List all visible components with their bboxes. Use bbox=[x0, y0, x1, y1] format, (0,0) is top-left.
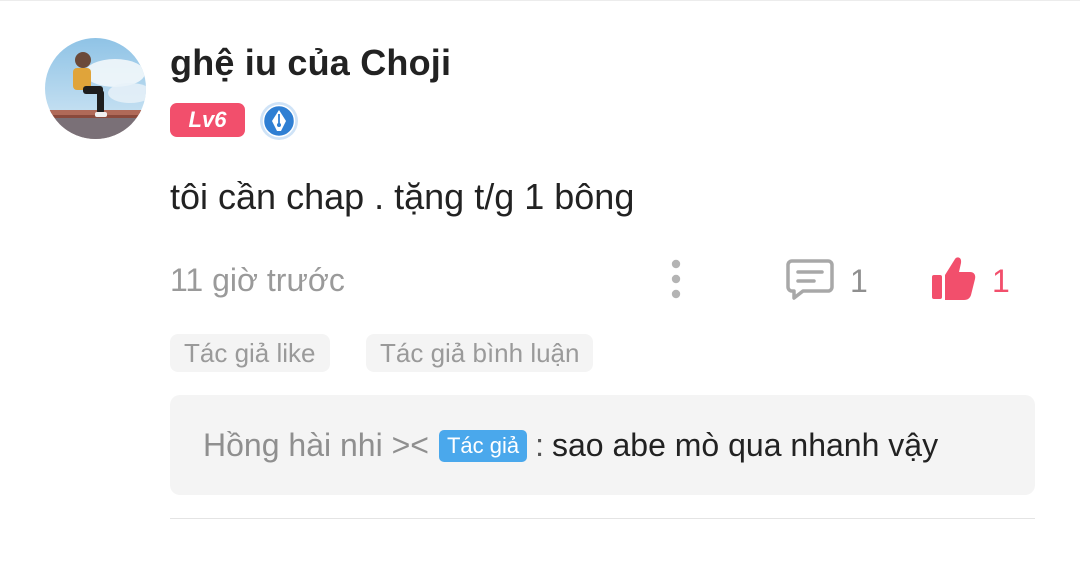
pen-nib-icon bbox=[259, 101, 299, 141]
user-avatar[interactable] bbox=[45, 38, 146, 139]
author-badge: Tác giả bbox=[438, 429, 528, 462]
username[interactable]: ghệ iu của Choji bbox=[170, 42, 451, 84]
more-vertical-icon bbox=[671, 259, 681, 299]
more-options-button[interactable] bbox=[660, 257, 692, 301]
thumbs-up-icon bbox=[932, 257, 976, 300]
comment-text: tôi cần chap . tặng t/g 1 bông bbox=[170, 176, 635, 217]
reply-button[interactable]: 1 bbox=[786, 255, 876, 303]
reply-text: sao abe mò qua nhanh vậy bbox=[552, 427, 939, 463]
like-button[interactable]: 1 bbox=[928, 253, 1020, 305]
author-replied-tag: Tác giả bình luận bbox=[366, 334, 594, 372]
comment-icon bbox=[786, 259, 834, 300]
reply-author-name[interactable]: Hồng hài nhi >< bbox=[203, 427, 429, 464]
like-count: 1 bbox=[992, 263, 1010, 299]
comment-divider bbox=[170, 518, 1035, 519]
level-badge: Lv6 bbox=[170, 103, 245, 137]
author-liked-tag: Tác giả like bbox=[170, 334, 330, 372]
top-divider bbox=[0, 0, 1080, 1]
comment-timestamp: 11 giờ trước bbox=[170, 262, 345, 298]
reply-count: 1 bbox=[850, 263, 868, 299]
reply-preview[interactable]: Hồng hài nhi >< Tác giả : sao abe mò qua… bbox=[170, 395, 1035, 495]
reply-separator: : bbox=[535, 427, 544, 463]
avatar-image bbox=[45, 38, 146, 139]
reply-item: Hồng hài nhi >< Tác giả : sao abe mò qua… bbox=[203, 427, 938, 464]
